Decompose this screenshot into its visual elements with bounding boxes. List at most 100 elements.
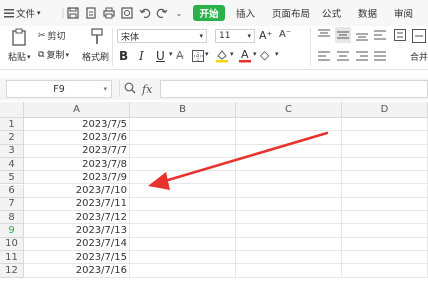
customize-toolbar-icon[interactable]: ⌄ xyxy=(172,6,186,20)
cell-c[interactable] xyxy=(236,251,342,265)
cell-b[interactable] xyxy=(130,118,236,132)
font-color-icon[interactable]: A xyxy=(238,48,252,62)
align-left-text-icon[interactable] xyxy=(318,50,330,62)
paste-button[interactable]: 粘贴 ▾ xyxy=(8,50,31,64)
cell-c[interactable] xyxy=(236,157,342,172)
align-center-icon[interactable] xyxy=(337,50,349,62)
cell-b[interactable] xyxy=(130,224,236,238)
align-top-icon[interactable] xyxy=(318,29,330,41)
tab-review[interactable]: 审阅 xyxy=(394,0,413,26)
underline-icon[interactable]: U xyxy=(156,49,165,63)
cell-b[interactable] xyxy=(130,197,236,212)
col-header-b[interactable]: B xyxy=(130,102,236,118)
cell-c[interactable] xyxy=(236,184,342,198)
align-bottom-icon[interactable] xyxy=(356,29,368,41)
copy-button[interactable]: ⧉ 复制 ▾ xyxy=(38,48,69,62)
tab-start[interactable]: 开始 xyxy=(193,5,225,21)
cell-d[interactable] xyxy=(342,157,428,172)
increase-font-icon[interactable]: A⁺ xyxy=(259,29,272,42)
tab-formulas[interactable]: 公式 xyxy=(322,0,341,26)
cell-a[interactable]: 2023/7/15 xyxy=(24,251,130,265)
cell-d[interactable] xyxy=(342,211,428,225)
format-painter-icon[interactable] xyxy=(89,28,105,46)
col-header-c[interactable]: C xyxy=(236,102,342,118)
chevron-down-icon[interactable]: ▾ xyxy=(205,50,209,58)
print-icon[interactable] xyxy=(102,6,116,20)
zoom-icon[interactable] xyxy=(124,82,136,94)
print-preview-icon[interactable] xyxy=(120,6,134,20)
chevron-down-icon[interactable]: ▾ xyxy=(275,50,279,58)
border-icon[interactable] xyxy=(192,50,204,62)
chevron-down-icon[interactable]: ▾ xyxy=(230,50,234,58)
cell-c[interactable] xyxy=(236,237,342,251)
wrap-text-icon[interactable] xyxy=(394,29,406,41)
row-header[interactable]: 8 xyxy=(0,211,24,225)
cell-b[interactable] xyxy=(130,157,236,172)
cell-a[interactable]: 2023/7/9 xyxy=(24,171,130,185)
hamburger-icon[interactable] xyxy=(2,6,16,20)
cell-a[interactable]: 2023/7/13 xyxy=(24,224,130,238)
row-header[interactable]: 3 xyxy=(0,144,24,158)
cell-d[interactable] xyxy=(342,144,428,158)
undo-icon[interactable] xyxy=(138,6,152,20)
align-left-icon[interactable] xyxy=(374,29,386,41)
format-painter-button[interactable]: 格式刷 xyxy=(82,50,109,63)
cell-b[interactable] xyxy=(130,184,236,198)
paste-icon[interactable] xyxy=(10,28,28,46)
cell-b[interactable] xyxy=(130,237,236,251)
font-name-select[interactable]: 宋体 ▾ xyxy=(117,29,207,43)
row-header[interactable]: 10 xyxy=(0,237,24,251)
cell-a[interactable]: 2023/7/7 xyxy=(24,144,130,158)
menu-file[interactable]: 文件 ▾ xyxy=(16,0,41,26)
tab-insert[interactable]: 插入 xyxy=(236,0,255,26)
cell-d[interactable] xyxy=(342,251,428,265)
formula-input[interactable] xyxy=(160,80,428,98)
cut-button[interactable]: ✂ 剪切 xyxy=(38,29,66,43)
cell-c[interactable] xyxy=(236,131,342,145)
row-header[interactable]: 12 xyxy=(0,264,24,278)
strikethrough-icon[interactable]: A̶ xyxy=(176,49,184,62)
cell-c[interactable] xyxy=(236,144,342,158)
row-header[interactable]: 4 xyxy=(0,157,24,172)
name-box[interactable]: F9 ▾ xyxy=(6,80,112,98)
save-icon[interactable] xyxy=(66,6,80,20)
col-header-a[interactable]: A xyxy=(24,102,130,118)
italic-icon[interactable]: I xyxy=(139,49,144,63)
cell-a[interactable]: 2023/7/11 xyxy=(24,197,130,212)
bold-icon[interactable]: B xyxy=(119,49,128,63)
redo-icon[interactable] xyxy=(155,6,169,20)
select-all-corner[interactable] xyxy=(0,102,24,118)
justify-icon[interactable] xyxy=(374,50,386,62)
align-middle-icon[interactable] xyxy=(335,27,351,43)
fx-icon[interactable]: fx xyxy=(142,80,152,98)
row-header[interactable]: 5 xyxy=(0,171,24,185)
cell-d[interactable] xyxy=(342,224,428,238)
cell-c[interactable] xyxy=(236,264,342,278)
cell-a[interactable]: 2023/7/14 xyxy=(24,237,130,251)
merge-button[interactable]: 合并 xyxy=(410,50,428,63)
fill-color-icon[interactable] xyxy=(215,49,229,63)
cell-b[interactable] xyxy=(130,144,236,158)
cell-c[interactable] xyxy=(236,224,342,238)
row-header[interactable]: 6 xyxy=(0,184,24,198)
cell-b[interactable] xyxy=(130,131,236,145)
tab-data[interactable]: 数据 xyxy=(358,0,377,26)
cell-d[interactable] xyxy=(342,171,428,185)
cell-d[interactable] xyxy=(342,264,428,278)
row-header[interactable]: 11 xyxy=(0,251,24,265)
cell-d[interactable] xyxy=(342,237,428,251)
cell-a[interactable]: 2023/7/16 xyxy=(24,264,130,278)
cell-c[interactable] xyxy=(236,211,342,225)
merge-cells-icon[interactable] xyxy=(412,29,426,43)
align-right-icon[interactable] xyxy=(356,50,368,62)
cell-a[interactable]: 2023/7/12 xyxy=(24,211,130,225)
cell-a[interactable]: 2023/7/10 xyxy=(24,184,130,198)
chevron-down-icon[interactable]: ▾ xyxy=(169,50,173,58)
cell-b[interactable] xyxy=(130,211,236,225)
cell-d[interactable] xyxy=(342,131,428,145)
eraser-icon[interactable]: ◇ xyxy=(260,48,269,62)
row-header[interactable]: 1 xyxy=(0,118,24,132)
cell-b[interactable] xyxy=(130,171,236,185)
row-header[interactable]: 2 xyxy=(0,131,24,145)
cell-c[interactable] xyxy=(236,171,342,185)
